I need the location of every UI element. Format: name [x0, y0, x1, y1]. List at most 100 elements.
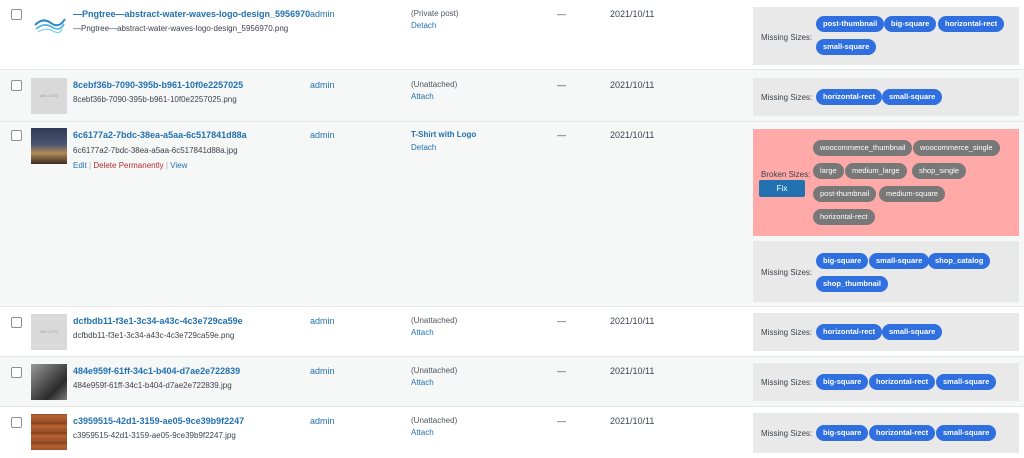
media-title-link[interactable]: c3959515-42d1-3159-ae05-9ce39b9f2247 — [73, 416, 244, 426]
attach-link[interactable]: Attach — [411, 428, 434, 437]
media-title-link[interactable]: —Pngtree—abstract-water-waves-logo-desig… — [73, 9, 310, 19]
size-pill[interactable]: big-square — [884, 16, 937, 32]
size-pill[interactable]: big-square — [816, 253, 869, 269]
file-name: dcfbdb11-f3e1-3c34-a43c-4c3e729ca59e.png — [73, 331, 235, 340]
detach-link[interactable]: Detach — [411, 143, 436, 152]
uploaded-to-link[interactable]: T-Shirt with Logo — [411, 130, 476, 139]
author-link[interactable]: admin — [310, 366, 335, 376]
table-row: —Pngtree—abstract-water-waves-logo-desig… — [0, 0, 1024, 70]
media-title-link[interactable]: dcfbdb11-f3e1-3c34-a43c-4c3e729ca59e — [73, 316, 243, 326]
size-pill[interactable]: big-square — [816, 374, 869, 390]
delete-permanently-link[interactable]: Delete Permanently — [93, 161, 163, 170]
upload-date: 2021/10/11 — [610, 9, 655, 19]
row-checkbox[interactable] — [11, 80, 22, 91]
missing-sizes-box: Missing Sizes: post-thumbnail big-square… — [753, 7, 1019, 65]
detach-link[interactable]: Detach — [411, 21, 436, 30]
size-pill[interactable]: woocommerce_thumbnail — [813, 140, 913, 156]
water-waves-logo-icon — [34, 18, 66, 34]
size-pill[interactable]: shop_thumbnail — [816, 276, 888, 292]
file-name: c3959515-42d1-3159-ae05-9ce39b9f2247.jpg — [73, 431, 236, 440]
size-pill[interactable]: horizontal-rect — [813, 209, 875, 225]
media-title-link[interactable]: 6c6177a2-7bdc-38ea-a5aa-6c517841d88a — [73, 130, 247, 140]
upload-date: 2021/10/11 — [610, 416, 655, 426]
row-checkbox[interactable] — [11, 317, 22, 328]
upload-date: 2021/10/11 — [610, 130, 655, 140]
row-checkbox[interactable] — [11, 130, 22, 141]
table-row: 640 x 270 8cebf36b-7090-395b-b961-10f0e2… — [0, 70, 1024, 122]
view-link[interactable]: View — [170, 161, 187, 170]
size-pill[interactable]: medium_large — [845, 163, 907, 179]
row-checkbox[interactable] — [11, 367, 22, 378]
author-link[interactable]: admin — [310, 80, 335, 90]
uploaded-to: (Unattached) — [411, 316, 458, 325]
missing-sizes-box: Missing Sizes: horizontal-rect small-squ… — [753, 313, 1019, 351]
empty-column: — — [557, 9, 566, 19]
row-checkbox[interactable] — [11, 417, 22, 428]
row-checkbox[interactable] — [11, 9, 22, 20]
attach-link[interactable]: Attach — [411, 328, 434, 337]
size-pill[interactable]: small-square — [882, 324, 943, 340]
edit-link[interactable]: Edit — [73, 161, 87, 170]
thumbnail-image[interactable] — [31, 5, 67, 41]
media-title-link[interactable]: 8cebf36b-7090-395b-b961-10f0e2257025 — [73, 80, 243, 90]
placeholder-text: 640 x 270 — [40, 329, 58, 334]
file-name: 484e959f-61ff-34c1-b404-d7ae2e722839.jpg — [73, 381, 232, 390]
size-pill[interactable]: post-thumbnail — [816, 16, 885, 32]
table-row: 640 x 270 dcfbdb11-f3e1-3c34-a43c-4c3e72… — [0, 307, 1024, 357]
missing-sizes-label: Missing Sizes: — [761, 33, 813, 42]
author-link[interactable]: admin — [310, 416, 335, 426]
size-pill[interactable]: small-square — [869, 253, 930, 269]
size-pill[interactable]: horizontal-rect — [869, 425, 936, 441]
media-list-table: —Pngtree—abstract-water-waves-logo-desig… — [0, 0, 1024, 458]
attach-link[interactable]: Attach — [411, 92, 434, 101]
size-pill[interactable]: medium-square — [879, 186, 946, 202]
upload-date: 2021/10/11 — [610, 80, 655, 90]
empty-column: — — [557, 316, 566, 326]
thumbnail-image[interactable] — [31, 128, 67, 164]
uploaded-to: (Unattached) — [411, 80, 458, 89]
missing-sizes-box: Missing Sizes: horizontal-rect small-squ… — [753, 78, 1019, 116]
missing-sizes-label: Missing Sizes: — [761, 328, 813, 337]
empty-column: — — [557, 416, 566, 426]
thumbnail-image[interactable] — [31, 414, 67, 450]
author-link[interactable]: admin — [310, 316, 335, 326]
thumbnail-image[interactable] — [31, 364, 67, 400]
broken-sizes-label: Broken Sizes: — [761, 170, 811, 179]
author-link[interactable]: admin — [310, 9, 335, 19]
file-name: —Pngtree—abstract-water-waves-logo-desig… — [73, 24, 289, 33]
size-pill[interactable]: horizontal-rect — [938, 16, 1005, 32]
missing-sizes-box: Missing Sizes: big-square small-square s… — [753, 241, 1019, 302]
table-row: 484e959f-61ff-34c1-b404-d7ae2e722839 484… — [0, 357, 1024, 407]
table-row: c3959515-42d1-3159-ae05-9ce39b9f2247 c39… — [0, 407, 1024, 458]
size-pill[interactable]: woocommerce_single — [913, 140, 1000, 156]
author-link[interactable]: admin — [310, 130, 335, 140]
media-title-link[interactable]: 484e959f-61ff-34c1-b404-d7ae2e722839 — [73, 366, 240, 376]
size-pill[interactable]: small-square — [816, 39, 877, 55]
size-pill[interactable]: horizontal-rect — [816, 324, 883, 340]
size-pill[interactable]: small-square — [936, 374, 997, 390]
table-row: 6c6177a2-7bdc-38ea-a5aa-6c517841d88a 6c6… — [0, 122, 1024, 307]
action-separator: | — [89, 161, 92, 170]
size-pill[interactable]: large — [813, 163, 844, 179]
size-pill[interactable]: small-square — [936, 425, 997, 441]
size-pill[interactable]: shop_catalog — [928, 253, 991, 269]
size-pill[interactable]: horizontal-rect — [816, 89, 883, 105]
attach-link[interactable]: Attach — [411, 378, 434, 387]
size-pill[interactable]: post-thumbnail — [813, 186, 877, 202]
empty-column: — — [557, 80, 566, 90]
size-pill[interactable]: small-square — [882, 89, 943, 105]
empty-column: — — [557, 130, 566, 140]
size-pill[interactable]: horizontal-rect — [869, 374, 936, 390]
size-pill[interactable]: shop_single — [912, 163, 967, 179]
fix-button[interactable]: Fix — [759, 180, 805, 197]
missing-sizes-box: Missing Sizes: big-square horizontal-rec… — [753, 413, 1019, 453]
size-pill[interactable]: big-square — [816, 425, 869, 441]
thumbnail-image[interactable]: 640 x 270 — [31, 314, 67, 350]
thumbnail-image[interactable]: 640 x 270 — [31, 78, 67, 114]
empty-column: — — [557, 366, 566, 376]
file-name: 6c6177a2-7bdc-38ea-a5aa-6c517841d88a.jpg — [73, 146, 238, 155]
action-separator: | — [165, 161, 168, 170]
upload-date: 2021/10/11 — [610, 366, 655, 376]
placeholder-text: 640 x 270 — [40, 93, 58, 98]
broken-sizes-box: Broken Sizes: Fix woocommerce_thumbnail … — [753, 129, 1019, 236]
